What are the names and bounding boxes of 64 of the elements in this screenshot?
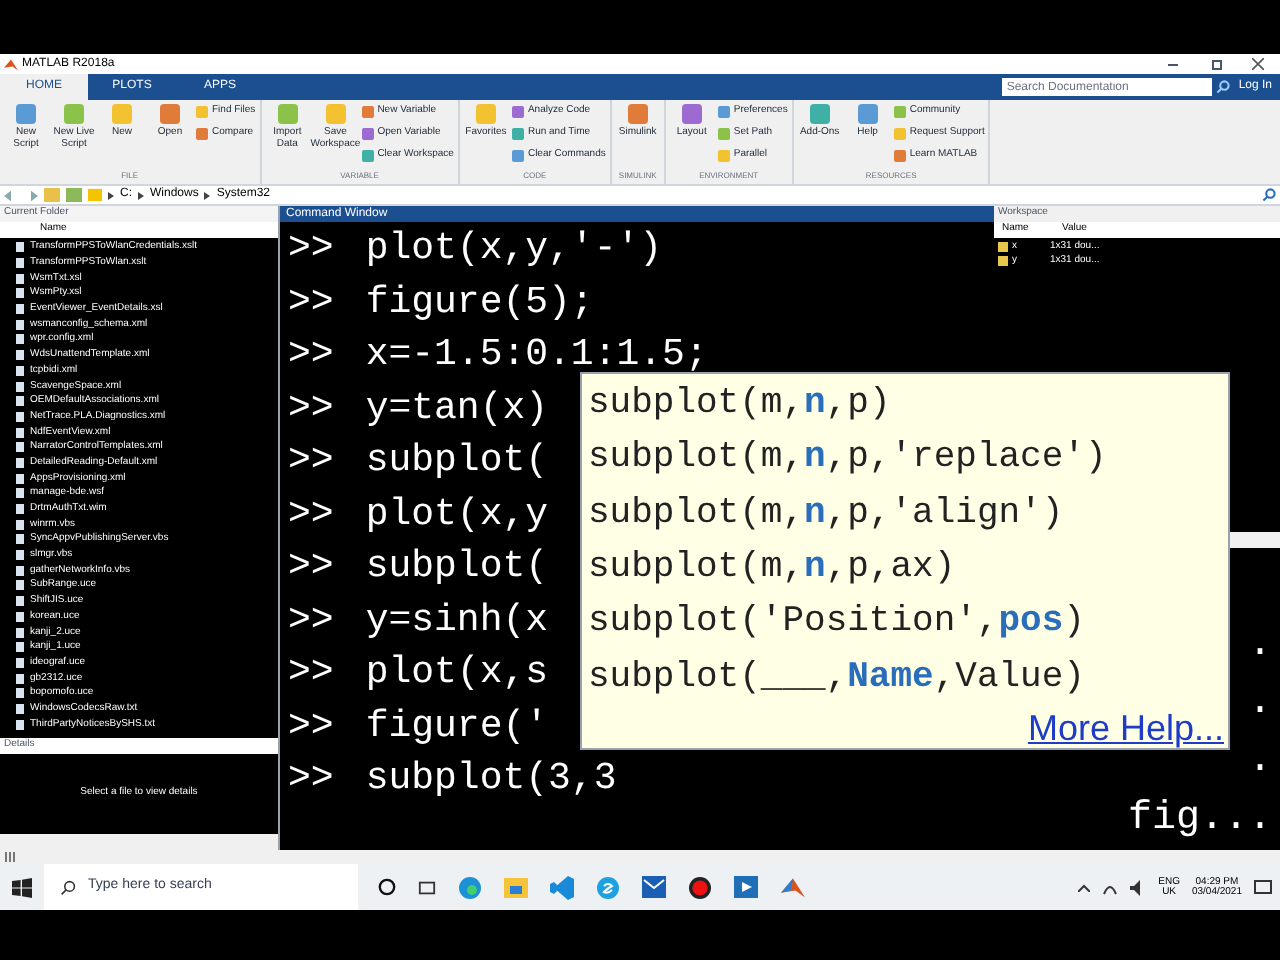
- matlab-logo-icon[interactable]: [780, 875, 806, 899]
- command-text: fig...: [1127, 793, 1272, 845]
- command-prompt: >>: [288, 224, 334, 274]
- chat-app-icon[interactable]: [596, 875, 620, 899]
- tool-icon: [809, 104, 830, 124]
- function-signature: subplot(m,n,p,ax): [588, 546, 958, 593]
- folder-icon: [88, 188, 102, 202]
- tool-icon: [857, 104, 878, 124]
- function-signature: subplot('Position',pos): [588, 600, 1087, 647]
- command-text: .: [1247, 735, 1272, 787]
- command-prompt: >>: [288, 754, 334, 804]
- command-text: plot(x,s: [365, 648, 549, 698]
- search-icon: [60, 879, 76, 895]
- breadcrumb-arrow-icon: [204, 191, 211, 199]
- tool-icon: [627, 104, 648, 124]
- command-text: figure(5);: [365, 277, 594, 327]
- tool-icon: [681, 104, 702, 124]
- command-prompt: >>: [288, 383, 334, 433]
- command-text: subplot(: [365, 542, 549, 592]
- file-explorer-icon[interactable]: [504, 876, 528, 898]
- command-prompt: >>: [288, 701, 334, 751]
- command-text: figure(': [365, 701, 549, 751]
- mail-app-icon[interactable]: [642, 876, 666, 898]
- code-editor-icon[interactable]: [550, 875, 574, 899]
- function-signature: subplot(m,n,p,'replace'): [588, 436, 1109, 483]
- command-text: plot(x,y,'-'): [365, 224, 663, 274]
- chevron-up-icon[interactable]: [1078, 883, 1091, 891]
- command-text: x=-1.5:0.1:1.5;: [365, 330, 708, 380]
- breadcrumb-arrow-icon: [108, 191, 114, 199]
- tool-icon: [325, 104, 346, 124]
- task-view-icon[interactable]: [418, 879, 436, 895]
- command-text: subplot(3,3: [365, 754, 617, 804]
- command-prompt: >>: [288, 542, 334, 592]
- command-text: subplot(: [365, 436, 549, 486]
- more-help-link[interactable]: More Help...: [1027, 710, 1224, 746]
- command-prompt: >>: [288, 648, 334, 698]
- media-player-icon[interactable]: [734, 876, 758, 898]
- command-text: y=sinh(x: [365, 595, 549, 645]
- command-prompt: >>: [288, 330, 334, 380]
- layout-icon[interactable]: [4, 852, 20, 862]
- windows-start-icon[interactable]: [12, 877, 32, 897]
- search-icon[interactable]: [1216, 80, 1231, 94]
- tool-icon: [112, 104, 132, 124]
- command-prompt: >>: [288, 489, 334, 539]
- command-prompt: >>: [288, 595, 334, 645]
- browser-icon[interactable]: [458, 875, 482, 899]
- tool-icon: [277, 104, 298, 124]
- command-text: .: [1247, 619, 1272, 671]
- close-icon[interactable]: [1252, 58, 1264, 70]
- command-text: y=tan(x): [365, 383, 549, 433]
- function-signature: subplot(m,n,p,'align'): [588, 491, 1066, 538]
- search-icon[interactable]: [1262, 188, 1276, 202]
- command-prompt: >>: [288, 436, 334, 486]
- record-icon[interactable]: [688, 875, 712, 899]
- function-signature: subplot(m,n,p): [588, 382, 893, 429]
- command-prompt: >>: [288, 277, 334, 327]
- tool-icon: [475, 104, 496, 124]
- notification-icon[interactable]: [1254, 879, 1272, 895]
- tool-icon: [16, 104, 36, 124]
- command-text: plot(x,y: [365, 489, 549, 539]
- breadcrumb-arrow-icon: [138, 191, 144, 199]
- tool-icon: [64, 104, 84, 124]
- command-text: .: [1247, 677, 1272, 729]
- function-signature: subplot(___,Name,Value): [588, 655, 1087, 702]
